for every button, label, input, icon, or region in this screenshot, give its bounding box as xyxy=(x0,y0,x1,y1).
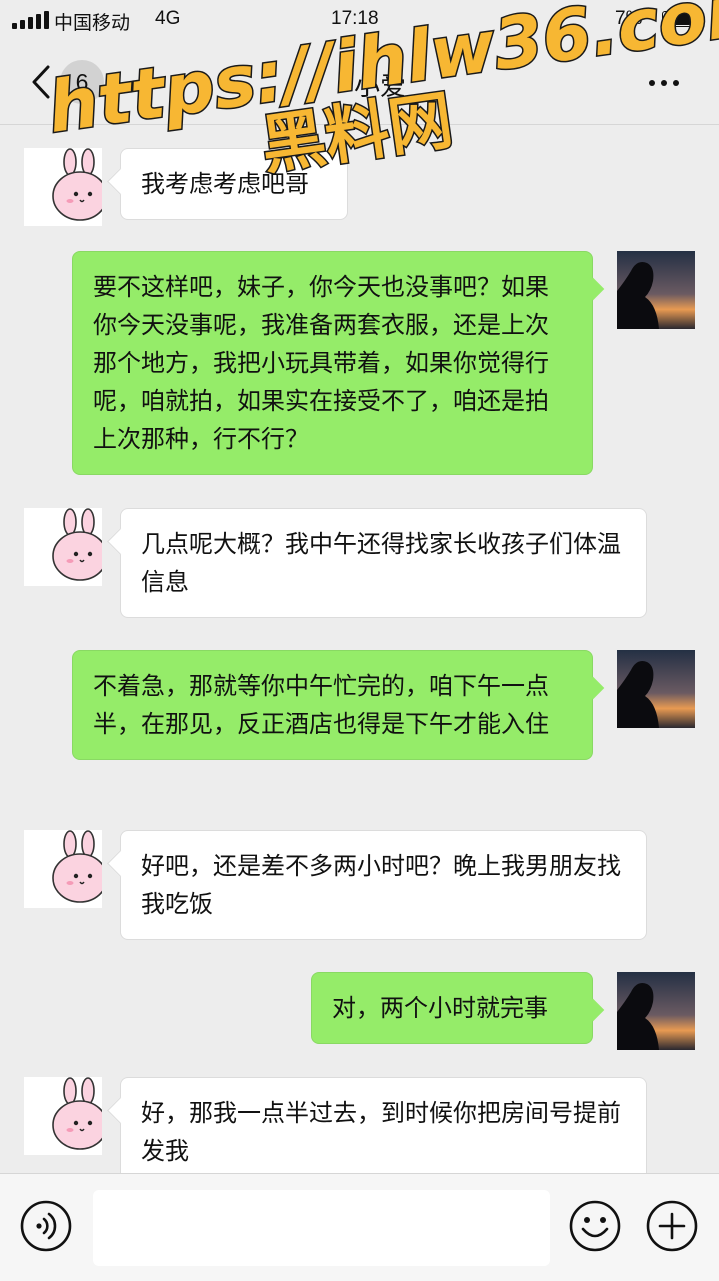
status-bar: 中国移动 4G 17:18 7% xyxy=(0,0,719,40)
chat-header: 6 小爱 xyxy=(0,40,719,125)
emoji-icon xyxy=(569,1200,621,1252)
user-avatar[interactable] xyxy=(617,650,695,728)
message-text: 不着急，那就等你中午忙完的，咱下午一点半，在那见，反正酒店也得是下午才能入住 xyxy=(93,672,549,738)
contact-avatar[interactable] xyxy=(24,1077,102,1155)
message-composer xyxy=(0,1173,719,1281)
incoming-message-bubble[interactable]: 几点呢大概？我中午还得找家长收孩子们体温信息 xyxy=(120,508,647,618)
silhouette-photo-icon xyxy=(617,251,695,329)
carrier-name: 中国移动 xyxy=(54,13,131,34)
plus-icon xyxy=(646,1200,698,1252)
more-options-button[interactable] xyxy=(640,68,688,100)
contact-avatar[interactable] xyxy=(24,830,102,908)
bunny-avatar-icon xyxy=(52,830,102,903)
incoming-message-bubble[interactable]: 我考虑考虑吧哥 xyxy=(120,148,348,220)
message-text: 好吧，还是差不多两小时吧？晚上我男朋友找我吃饭 xyxy=(141,852,621,918)
battery-percent: 7% xyxy=(615,8,643,29)
message-text: 我考虑考虑吧哥 xyxy=(141,170,309,198)
unread-count-badge: 6 xyxy=(60,60,104,104)
voice-input-button[interactable] xyxy=(19,1199,73,1253)
silhouette-photo-icon xyxy=(617,650,695,728)
message-text: 几点呢大概？我中午还得找家长收孩子们体温信息 xyxy=(141,530,621,596)
back-button[interactable]: 6 xyxy=(24,58,114,106)
incoming-message-bubble[interactable]: 好吧，还是差不多两小时吧？晚上我男朋友找我吃饭 xyxy=(120,830,647,940)
bunny-avatar-icon xyxy=(52,1077,102,1150)
voice-icon xyxy=(20,1200,72,1252)
network-type: 4G xyxy=(155,8,181,29)
cellular-signal-icon xyxy=(12,11,49,29)
clock: 17:18 xyxy=(331,8,379,29)
message-text: 要不这样吧，妹子，你今天也没事吧？如果你今天没事呢，我准备两套衣服，还是上次那个… xyxy=(93,273,549,453)
message-input[interactable] xyxy=(93,1190,550,1266)
user-avatar[interactable] xyxy=(617,251,695,329)
bunny-avatar-icon xyxy=(52,148,102,221)
battery-icon xyxy=(662,11,700,27)
outgoing-message-bubble[interactable]: 要不这样吧，妹子，你今天也没事吧？如果你今天没事呢，我准备两套衣服，还是上次那个… xyxy=(72,251,593,475)
outgoing-message-bubble[interactable]: 不着急，那就等你中午忙完的，咱下午一点半，在那见，反正酒店也得是下午才能入住 xyxy=(72,650,593,760)
incoming-message-bubble[interactable]: 好，那我一点半过去，到时候你把房间号提前发我 xyxy=(120,1077,647,1173)
outgoing-message-bubble[interactable]: 对，两个小时就完事 xyxy=(311,972,593,1044)
more-actions-button[interactable] xyxy=(645,1199,699,1253)
contact-avatar[interactable] xyxy=(24,148,102,226)
chat-title: 小爱 xyxy=(353,72,406,102)
user-avatar[interactable] xyxy=(617,972,695,1050)
message-list[interactable]: 我考虑考虑吧哥 要不这样吧，妹子，你今天也没事吧？如果你今天没事呢，我准备两套衣… xyxy=(0,125,719,1173)
silhouette-photo-icon xyxy=(617,972,695,1050)
message-text: 对，两个小时就完事 xyxy=(332,994,548,1022)
message-text: 好，那我一点半过去，到时候你把房间号提前发我 xyxy=(141,1099,621,1165)
emoji-button[interactable] xyxy=(568,1199,622,1253)
bunny-avatar-icon xyxy=(52,508,102,581)
contact-avatar[interactable] xyxy=(24,508,102,586)
back-chevron-icon xyxy=(32,65,50,99)
